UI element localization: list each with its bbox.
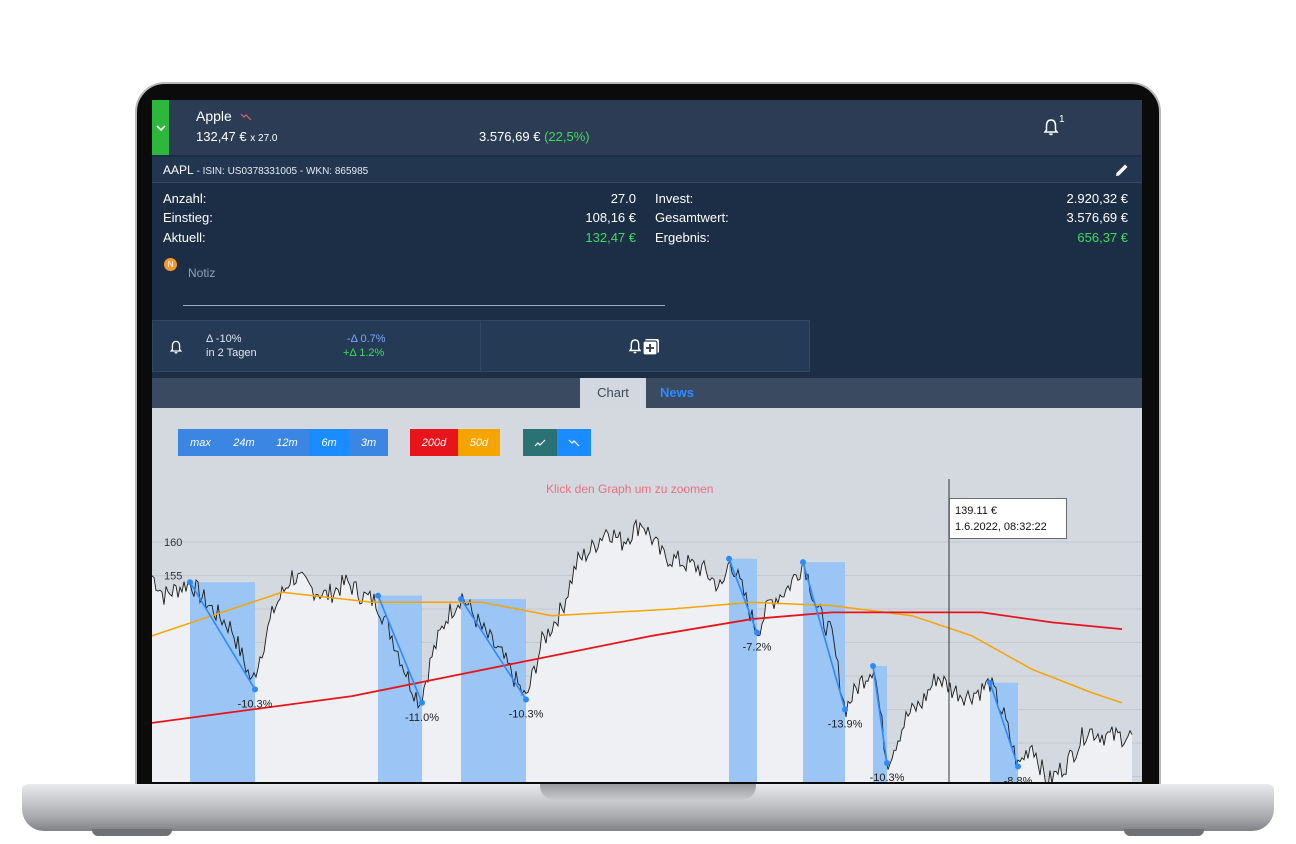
drawdown-trough-point (754, 629, 760, 636)
detail-value: 27.0 (610, 191, 636, 206)
stock-name: Apple (196, 108, 252, 124)
detail-value: 3.576,69 € (1066, 210, 1128, 225)
ma-200d-button[interactable]: 200d (410, 429, 458, 456)
range-button-6m[interactable]: 6m (309, 429, 349, 456)
tooltip-value: 139.11 € (955, 505, 998, 517)
detail-label: Gesamtwert: (655, 210, 729, 225)
drawdown-trough-point (419, 699, 425, 706)
tab-bar: Chart News (152, 378, 1142, 408)
drawdown-label: -13.9% (828, 719, 863, 731)
stock-name-label: Apple (196, 108, 232, 124)
price-value: 132,47 € (196, 129, 247, 144)
detail-label: Ergebnis: (655, 230, 710, 245)
trend-up-button[interactable] (523, 429, 557, 456)
detail-value: 108,16 € (585, 210, 636, 225)
tab-chart[interactable]: Chart (580, 378, 646, 408)
drawdown-trough-point (842, 706, 848, 713)
drawdown-peak-point (726, 555, 732, 562)
ticker-line: AAPL - ISIN: US0378331005 - WKN: 865985 (163, 163, 368, 177)
drawdown-label: -7.2% (743, 641, 772, 653)
bell-icon[interactable] (1041, 117, 1061, 137)
detail-label: Invest: (655, 191, 694, 206)
laptop-foot (92, 829, 172, 836)
pencil-icon[interactable] (1114, 162, 1130, 178)
collapse-button[interactable] (152, 100, 169, 155)
drawdown-trough-point (884, 760, 890, 767)
drawdown-label: -11.0% (405, 712, 439, 724)
alert-count-badge: 1 (1059, 114, 1065, 125)
drawdown-peak-point (870, 662, 876, 669)
detail-label: Aktuell: (163, 230, 206, 245)
quantity-value: x 27.0 (250, 133, 278, 144)
detail-value: 132,47 € (585, 230, 636, 245)
chart-panel: max 24m 12m 6m 3m 200d 50d 1251301351401… (152, 408, 1142, 782)
range-button-3m[interactable]: 3m (349, 429, 388, 456)
laptop-notch (540, 784, 756, 800)
tab-news[interactable]: News (660, 378, 694, 408)
drawdown-peak-point (187, 579, 193, 586)
alarm-threshold: Δ -10% (206, 333, 242, 345)
moving-average-selector: 200d 50d (410, 429, 500, 456)
alarm-positive-delta: +Δ 1.2% (343, 347, 385, 359)
drawdown-label: -8.8% (1004, 775, 1033, 782)
position-header: Apple 132,47 € x 27.0 3.576,69 € (22,5%)… (152, 100, 1142, 155)
drawdown-trough-point (252, 686, 258, 693)
drawdown-peak-point (375, 592, 381, 599)
y-tick-label: 160 (164, 537, 182, 549)
price-tooltip: 139.11 € 1.6.2022, 08:32:22 (949, 498, 1067, 539)
drawdown-trough-point (523, 696, 529, 703)
detail-value: 656,37 € (1077, 230, 1128, 245)
range-button-24m[interactable]: 24m (223, 429, 265, 456)
isin-wkn: - ISIN: US0378331005 - WKN: 865985 (193, 166, 369, 177)
detail-label: Einstieg: (163, 210, 213, 225)
laptop-foot (1124, 829, 1204, 836)
drawdown-label: -10.3% (509, 708, 544, 720)
trend-down-icon (568, 439, 580, 446)
tooltip-timestamp: 1.6.2022, 08:32:22 (955, 521, 1047, 533)
drawdown-peak-point (987, 679, 993, 686)
trend-down-button[interactable] (557, 429, 591, 456)
range-button-12m[interactable]: 12m (265, 429, 309, 456)
app-screen: Apple 132,47 € x 27.0 3.576,69 € (22,5%)… (152, 100, 1142, 782)
drawdown-label: -10.3% (870, 772, 905, 782)
alarm-negative-delta: -Δ 0.7% (347, 333, 386, 345)
ticker-symbol: AAPL (163, 163, 194, 177)
note-input[interactable]: Notiz (183, 256, 665, 306)
chevron-down-icon (155, 124, 166, 131)
identifier-bar: AAPL - ISIN: US0378331005 - WKN: 865985 (152, 157, 1142, 183)
drawdown-trough-point (1015, 763, 1021, 770)
range-button-max[interactable]: max (178, 429, 223, 456)
drawdown-peak-point (800, 559, 806, 566)
alarm-period: in 2 Tagen (206, 347, 257, 359)
bell-icon (169, 340, 183, 354)
total-value: 3.576,69 € (22,5%) (479, 129, 590, 144)
total-value-amount: 3.576,69 € (479, 129, 541, 144)
add-alarm-icon (628, 339, 659, 356)
alarm-card[interactable]: Δ -10% in 2 Tagen -Δ 0.7% +Δ 1.2% (152, 320, 481, 372)
trend-up-icon (534, 439, 546, 446)
detail-value: 2.920,32 € (1066, 191, 1128, 206)
ma-50d-button[interactable]: 50d (458, 429, 500, 456)
total-change-percent: (22,5%) (544, 129, 590, 144)
drawdown-peak-point (458, 595, 464, 602)
note-badge: N (164, 258, 177, 271)
drawdown-label: -10.3% (238, 698, 273, 710)
y-tick-label: 155 (164, 571, 182, 583)
zoom-hint: Klick den Graph um zu zoomen (546, 482, 714, 496)
trend-down-icon (240, 113, 252, 121)
range-selector: max 24m 12m 6m 3m (178, 429, 388, 456)
detail-label: Anzahl: (163, 191, 207, 206)
trend-selector (523, 429, 591, 456)
stock-price: 132,47 € x 27.0 (196, 129, 277, 144)
add-alarm-button[interactable] (480, 320, 810, 372)
drawdown-band (729, 558, 757, 782)
drawdown-band (461, 598, 526, 782)
